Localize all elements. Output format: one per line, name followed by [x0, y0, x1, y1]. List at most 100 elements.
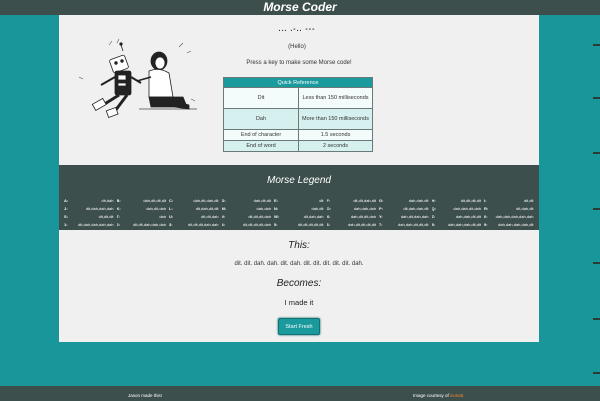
- legend-letter: 9:: [484, 222, 488, 227]
- legend-item: 4: dit,dit,dit,dit,dah: [222, 221, 275, 229]
- edge-mark: [593, 152, 600, 154]
- legend-letter: X:: [326, 214, 331, 219]
- image-credit-prefix: Image courtesy of: [413, 393, 451, 398]
- legend-item: L: dit,dah,dit,dit: [169, 205, 222, 213]
- legend-code: dit,dit: [523, 198, 534, 203]
- icons8-link[interactable]: icons8.: [450, 393, 464, 398]
- legend-letter: Z:: [431, 214, 436, 219]
- legend-item: F: dit,dit,dah,dit: [327, 197, 380, 205]
- legend-code: dit,dit,dit: [98, 214, 114, 219]
- legend-code: dit,dah,dah,dah,dah: [78, 222, 114, 227]
- legend-code: dit,dit,dit,dah,dah: [188, 222, 219, 227]
- legend-code: dah,dah,dah,dah,dah: [495, 214, 534, 219]
- legend-item: W: dit,dah,dah: [274, 213, 327, 221]
- reference-term: Dah: [223, 108, 299, 130]
- legend-item: T: dah: [117, 213, 170, 221]
- legend-item: 6: dah,dit,dit,dit,dit: [327, 221, 380, 229]
- legend-letter: F:: [326, 198, 331, 203]
- legend-letter: N:: [274, 206, 279, 211]
- legend-letter: 1:: [64, 222, 68, 227]
- legend-item: Q: dah,dah,dit,dah: [432, 205, 485, 213]
- legend-code: dah,dit,dah: [146, 206, 166, 211]
- legend-item: 1: dit,dah,dah,dah,dah: [64, 221, 117, 229]
- legend-code: dah,dah,dit: [408, 198, 429, 203]
- legend-item: J: dit,dah,dah,dah: [64, 205, 117, 213]
- window-edge: [589, 0, 600, 401]
- legend-code: dit,dit,dit,dit,dah: [242, 222, 271, 227]
- start-fresh-button[interactable]: Start Fresh: [278, 318, 320, 335]
- legend-code: dah,dah,dah,dit,dit: [448, 222, 481, 227]
- legend-code: dah,dit,dit: [253, 198, 271, 203]
- legend-letter: K:: [116, 206, 121, 211]
- legend-letter: Q:: [431, 206, 436, 211]
- legend-letter: R:: [484, 206, 489, 211]
- legend-letter: J:: [64, 206, 68, 211]
- legend-letter: 7:: [379, 222, 383, 227]
- legend-letter: L:: [169, 206, 173, 211]
- legend-code: dit,dit,dah,dah,dah: [133, 222, 166, 227]
- legend-code: dit,dah,dah: [303, 214, 324, 219]
- footer-bar: [0, 386, 600, 401]
- reference-term: End of word: [223, 140, 299, 152]
- legend-item: I: dit,dit: [484, 197, 537, 205]
- legend-item: 0: dah,dah,dah,dah,dah: [484, 213, 537, 221]
- legend-code: dit,dit,dit,dit: [460, 198, 481, 203]
- legend-letter: 0:: [484, 214, 488, 219]
- legend-letter: C:: [169, 198, 174, 203]
- legend-code: dah,dah,dit,dit: [455, 214, 481, 219]
- reference-value: 1.5 seconds: [298, 129, 373, 141]
- quick-reference-title: Quick Reference: [223, 77, 373, 88]
- legend-letter: O:: [326, 206, 331, 211]
- girl-with-robot-illustration-icon: [79, 39, 197, 118]
- legend-item: A: dit,dah: [64, 197, 117, 205]
- legend-code: dit,dah,dah,dit: [403, 206, 429, 211]
- legend-code: dah,dah,dah: [353, 206, 376, 211]
- legend-letter: V:: [221, 214, 226, 219]
- legend-letter: D:: [221, 198, 226, 203]
- legend-item: V: dit,dit,dit,dah: [222, 213, 275, 221]
- legend-item: C: dah,dit,dah,dit: [169, 197, 222, 205]
- morse-output: ... .-.. ---: [278, 26, 316, 33]
- legend-code: dit,dah,dit: [516, 206, 534, 211]
- legend-letter: B:: [116, 198, 121, 203]
- legend-letter: I:: [484, 198, 487, 203]
- legend-item: 8: dah,dah,dah,dit,dit: [432, 221, 485, 229]
- legend-letter: 8:: [431, 222, 436, 227]
- hello-text: (Hello): [288, 44, 306, 50]
- legend-item: 9: dah,dah,dah,dah,dit: [484, 221, 537, 229]
- legend-item: H: dit,dit,dit,dit: [432, 197, 485, 205]
- legend-letter: G:: [379, 198, 384, 203]
- legend-item: Y: dah,dit,dah,dah: [379, 213, 432, 221]
- legend-grid: A: dit,dah B: dah,dit,dit,dit C: dah,dit,dah,…: [64, 197, 538, 229]
- morse-legend-panel: Morse Legend A: dit,dah B: dah,dit,dit,dit C…: [59, 165, 539, 230]
- result-text: I made it: [284, 298, 314, 307]
- becomes-label: Becomes:: [276, 278, 322, 289]
- legend-item: O: dah,dah,dah: [327, 205, 380, 213]
- legend-item: X: dah,dit,dit,dah: [327, 213, 380, 221]
- quick-reference-table: Quick Reference Dit Less than 150 millis…: [223, 77, 373, 152]
- legend-letter: M:: [221, 206, 227, 211]
- legend-code: dah,dit,dah,dit: [193, 198, 219, 203]
- legend-code: dit,dit,dah: [201, 214, 219, 219]
- legend-item: 3: dit,dit,dit,dah,dah: [169, 221, 222, 229]
- legend-letter: 5:: [274, 222, 278, 227]
- legend-letter: 6:: [326, 222, 331, 227]
- legend-code: dit,dit,dah,dit: [353, 198, 376, 203]
- legend-code: dit,dah: [101, 198, 114, 203]
- legend-title: Morse Legend: [267, 175, 331, 186]
- legend-letter: U:: [169, 214, 174, 219]
- legend-item: 5: dit,dit,dit,dit,dit: [274, 221, 327, 229]
- legend-code: dah,dit,dit,dah: [350, 214, 376, 219]
- legend-item: U: dit,dit,dah: [169, 213, 222, 221]
- key-prompt: Press a key to make some Morse code!: [246, 60, 352, 66]
- legend-letter: P:: [379, 206, 383, 211]
- legend-code: dah,dit: [311, 206, 324, 211]
- legend-code: dit,dit,dit,dit,dit: [297, 222, 324, 227]
- legend-code: dah,dah,dah,dah,dit: [498, 222, 534, 227]
- legend-item: P: dit,dah,dah,dit: [379, 205, 432, 213]
- table-row: Dit Less than 150 milliseconds: [223, 87, 373, 109]
- reference-term: End of character: [223, 129, 299, 141]
- edge-mark: [593, 372, 600, 374]
- edge-mark: [593, 262, 600, 264]
- legend-letter: 2:: [116, 222, 121, 227]
